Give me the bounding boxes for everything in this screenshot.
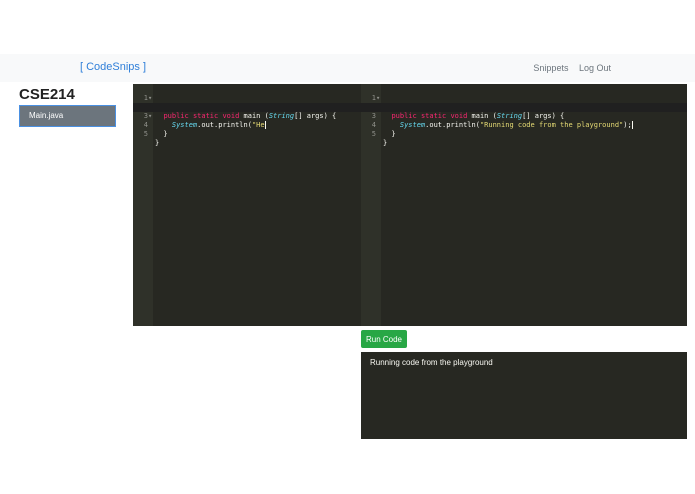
- file-item-main-java[interactable]: Main.java: [19, 105, 116, 127]
- nav-link-logout[interactable]: Log Out: [579, 63, 611, 73]
- top-navbar: [ CodeSnips ] Snippets Log Out: [0, 54, 695, 82]
- code-editor-left[interactable]: 1▾ class Main { 2▾ public static void ma…: [133, 84, 361, 326]
- output-text: Running code from the playground: [370, 358, 493, 367]
- nav-links: Snippets Log Out: [525, 63, 611, 73]
- code-line: 5 }: [143, 130, 160, 147]
- code-line-active: 3 ▾ System.out.println("He: [133, 103, 361, 129]
- code-line: 2▾ public static void main (String[] arg…: [361, 94, 687, 120]
- code-line: 1▾ class Main {: [371, 94, 434, 111]
- output-console: Running code from the playground: [361, 352, 687, 439]
- code-line-active: 3 System.out.println("Running code from …: [361, 103, 687, 129]
- nav-link-snippets[interactable]: Snippets: [533, 63, 568, 73]
- code-editor-right[interactable]: 1▾ class Main { 2▾ public static void ma…: [361, 84, 687, 326]
- run-code-button[interactable]: Run Code: [361, 330, 407, 348]
- code-line: 4 }: [371, 121, 396, 138]
- code-line: 2▾ public static void main (String[] arg…: [133, 94, 361, 120]
- brand-link[interactable]: [ CodeSnips ]: [80, 61, 146, 73]
- project-title: CSE214: [19, 86, 75, 103]
- code-line: 5 }: [371, 130, 388, 147]
- code-line: 1▾ class Main {: [143, 94, 206, 111]
- code-line: 4 }: [143, 121, 168, 138]
